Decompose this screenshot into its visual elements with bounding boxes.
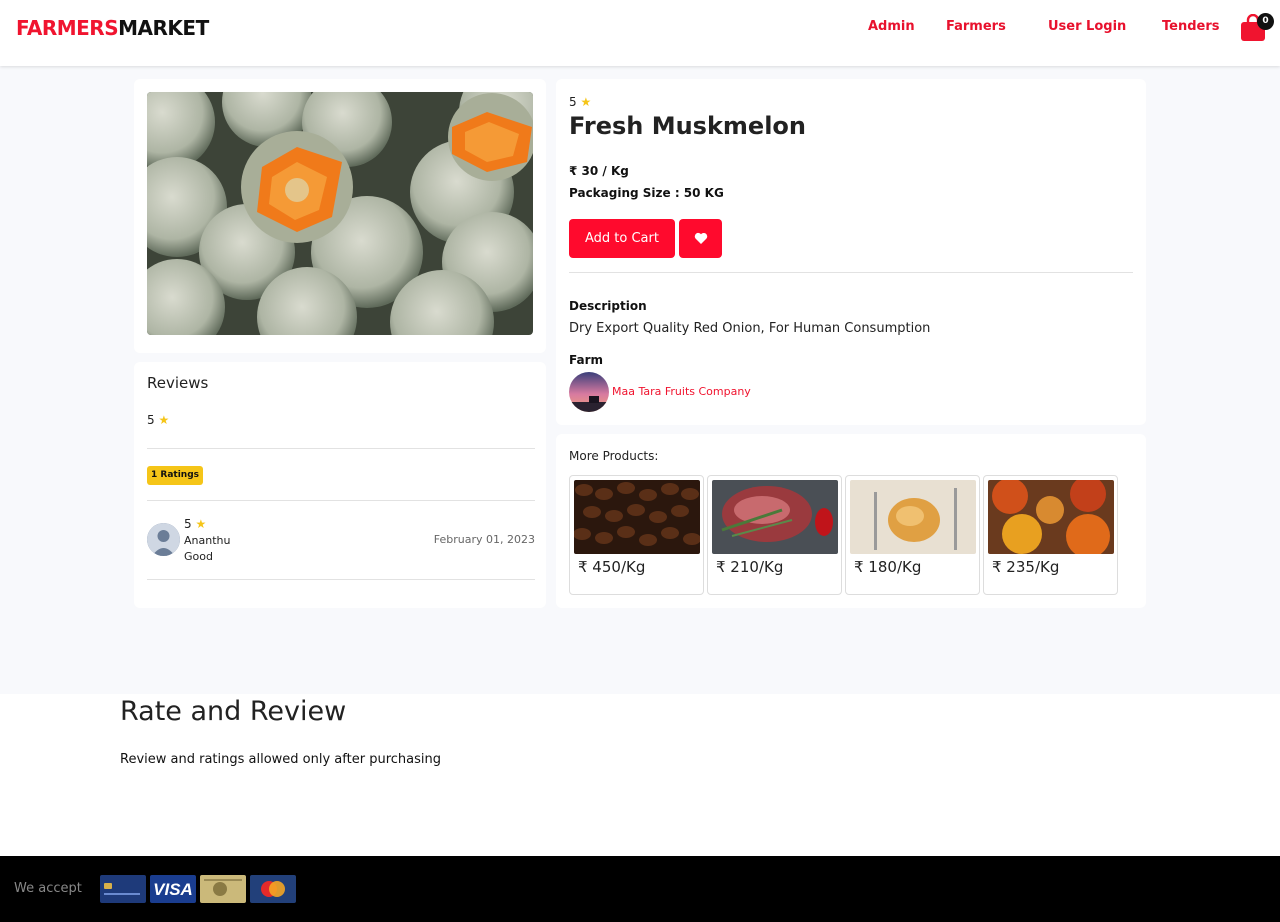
product-thumbnail bbox=[850, 480, 976, 554]
product-tile-price: ₹ 450/Kg bbox=[578, 558, 646, 576]
product-tile-coffee[interactable]: ₹ 450/Kg bbox=[569, 475, 704, 595]
review-date: February 01, 2023 bbox=[433, 533, 535, 546]
description-label: Description bbox=[569, 299, 647, 313]
product-tile-price: ₹ 180/Kg bbox=[854, 558, 922, 576]
cart-count-badge: 0 bbox=[1257, 13, 1274, 30]
product-tile-chicken[interactable]: ₹ 180/Kg bbox=[845, 475, 980, 595]
user-avatar bbox=[147, 523, 180, 556]
product-tile-spices[interactable]: ₹ 235/Kg bbox=[983, 475, 1118, 595]
star-icon: ★ bbox=[580, 95, 592, 109]
product-description: Dry Export Quality Red Onion, For Human … bbox=[569, 321, 931, 336]
ratings-count-badge: 1 Ratings bbox=[147, 466, 203, 485]
svg-text:VISA: VISA bbox=[153, 880, 193, 899]
star-icon: ★ bbox=[195, 517, 207, 531]
we-accept-label: We accept bbox=[14, 881, 82, 896]
product-title: Fresh Muskmelon bbox=[569, 112, 806, 140]
site-logo[interactable]: FARMERSMARKET bbox=[16, 16, 209, 40]
generic-card-icon bbox=[100, 875, 146, 903]
product-tile-price: ₹ 210/Kg bbox=[716, 558, 784, 576]
divider bbox=[147, 579, 535, 580]
product-rating: 5 ★ bbox=[569, 95, 592, 109]
rate-review-heading: Rate and Review bbox=[120, 696, 347, 727]
product-tile-meat[interactable]: ₹ 210/Kg bbox=[707, 475, 842, 595]
mastercard-icon bbox=[250, 875, 296, 903]
product-thumbnail bbox=[712, 480, 838, 554]
farm-avatar[interactable] bbox=[569, 372, 609, 412]
product-image bbox=[147, 92, 533, 335]
divider bbox=[147, 448, 535, 449]
star-icon: ★ bbox=[158, 413, 170, 427]
packaging-size: Packaging Size : 50 KG bbox=[569, 186, 724, 200]
divider bbox=[147, 500, 535, 501]
top-navbar: FARMERSMARKET Admin Farmers User Login T… bbox=[0, 0, 1280, 66]
review-rating: 5 ★ bbox=[184, 517, 207, 531]
product-price: ₹ 30 / Kg bbox=[569, 164, 629, 178]
farm-name-link[interactable]: Maa Tara Fruits Company bbox=[612, 385, 751, 398]
nav-admin[interactable]: Admin bbox=[868, 19, 915, 34]
heart-icon bbox=[694, 232, 707, 244]
farm-label: Farm bbox=[569, 353, 604, 367]
add-to-cart-button[interactable]: Add to Cart bbox=[569, 219, 675, 258]
nav-tenders[interactable]: Tenders bbox=[1162, 19, 1219, 34]
nav-user-login[interactable]: User Login bbox=[1048, 19, 1126, 34]
wishlist-button[interactable] bbox=[679, 219, 722, 258]
product-thumbnail bbox=[988, 480, 1114, 554]
nav-farmers[interactable]: Farmers bbox=[946, 19, 1006, 34]
review-user-name: Ananthu bbox=[184, 534, 231, 547]
review-comment: Good bbox=[184, 550, 213, 563]
product-thumbnail bbox=[574, 480, 700, 554]
visa-icon: VISA bbox=[150, 875, 196, 903]
divider bbox=[569, 272, 1133, 273]
average-rating: 5 ★ bbox=[147, 413, 170, 427]
more-products-heading: More Products: bbox=[569, 449, 659, 463]
product-tile-price: ₹ 235/Kg bbox=[992, 558, 1060, 576]
reviews-heading: Reviews bbox=[147, 374, 209, 392]
rate-review-note: Review and ratings allowed only after pu… bbox=[120, 752, 441, 767]
amex-card-icon bbox=[200, 875, 246, 903]
reviews-card bbox=[134, 362, 546, 608]
